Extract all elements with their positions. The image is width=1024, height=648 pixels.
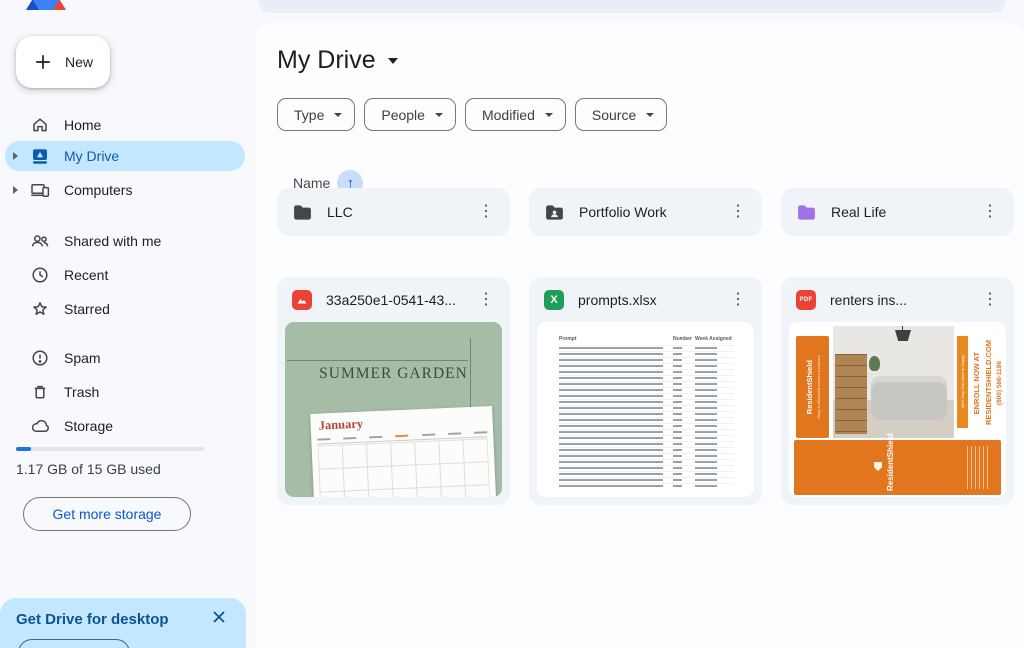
storage-usage-text: 1.17 GB of 15 GB used — [16, 461, 161, 477]
folder-card-llc[interactable]: LLC ⋮ — [277, 188, 510, 236]
pdf-file-icon: PDF — [796, 290, 816, 310]
star-icon — [30, 299, 50, 319]
file-card-spreadsheet[interactable]: X prompts.xlsx ⋮ Prompt Number Week Assi… — [529, 277, 762, 505]
folder-card-real-life[interactable]: Real Life ⋮ — [781, 188, 1014, 236]
filter-chip-modified[interactable]: Modified — [465, 98, 566, 131]
spreadsheet-file-icon: X — [544, 290, 564, 310]
search-bar[interactable] — [258, 0, 1006, 13]
filter-chip-source[interactable]: Source — [575, 98, 667, 131]
plus-icon — [33, 52, 53, 72]
sidebar-item-trash[interactable]: Trash — [5, 377, 245, 407]
column-header: Number — [673, 336, 692, 342]
more-options-icon[interactable]: ⋮ — [727, 202, 749, 222]
column-header: Prompt — [559, 336, 577, 342]
new-button-label: New — [65, 54, 93, 70]
spam-icon — [30, 348, 50, 368]
get-more-storage-button[interactable]: Get more storage — [23, 497, 191, 531]
google-drive-logo[interactable] — [26, 0, 66, 12]
my-drive-icon — [30, 146, 50, 166]
file-card-pdf[interactable]: PDF renters ins... ⋮ ResidentShield Easy… — [781, 277, 1014, 505]
chevron-down-icon — [646, 113, 654, 117]
image-file-icon — [292, 290, 312, 310]
expand-arrow-icon[interactable] — [13, 152, 25, 160]
new-button[interactable]: New — [16, 36, 110, 88]
sidebar-item-shared-with-me[interactable]: Shared with me — [5, 226, 245, 256]
sidebar-item-my-drive[interactable]: My Drive — [5, 141, 245, 171]
drive-desktop-banner: Get Drive for desktop — [0, 598, 246, 648]
chevron-down-icon — [388, 58, 398, 64]
calendar-sheet: January — [310, 406, 496, 497]
living-room-photo — [833, 326, 954, 438]
close-icon[interactable] — [210, 608, 228, 626]
recent-clock-icon — [30, 265, 50, 285]
shared-folder-icon — [544, 202, 565, 223]
file-thumbnail: Prompt Number Week Assigned — [537, 322, 754, 497]
chevron-down-icon — [334, 113, 342, 117]
storage-progress-bar — [16, 447, 204, 451]
sidebar-item-recent[interactable]: Recent — [5, 260, 245, 290]
chevron-down-icon — [435, 113, 443, 117]
chevron-down-icon — [545, 113, 553, 117]
brochure-tagline: Easy & affordable renters insurance — [816, 355, 821, 419]
main-panel: My Drive Type People Modified Source Nam… — [256, 22, 1024, 648]
folder-card-portfolio-work[interactable]: Portfolio Work ⋮ — [529, 188, 762, 236]
sidebar-item-starred[interactable]: Starred — [5, 294, 245, 324]
shield-icon — [874, 462, 882, 471]
page-title[interactable]: My Drive — [277, 46, 398, 75]
sidebar-item-computers[interactable]: Computers — [5, 175, 245, 205]
storage-progress-fill — [16, 447, 31, 451]
file-card-image[interactable]: 33a250e1-0541-43... ⋮ SUMMER GARDEN Janu… — [277, 277, 510, 505]
banner-download-button[interactable] — [18, 639, 130, 648]
file-thumbnail: SUMMER GARDEN January — [285, 322, 502, 497]
expand-arrow-icon[interactable] — [13, 186, 25, 194]
cloud-storage-icon — [30, 416, 50, 436]
more-options-icon[interactable]: ⋮ — [727, 290, 749, 310]
filter-chip-people[interactable]: People — [364, 98, 456, 131]
more-options-icon[interactable]: ⋮ — [979, 290, 1001, 310]
brochure-strip-text: We'll Help You Move in Happy — [960, 355, 965, 408]
sidebar: New Home My Drive Computers — [0, 0, 256, 648]
file-thumbnail: ResidentShield Easy & affordable renters… — [789, 322, 1006, 497]
filter-chips: Type People Modified Source — [277, 98, 667, 131]
purple-folder-icon — [796, 202, 817, 223]
banner-title: Get Drive for desktop — [16, 611, 169, 628]
home-icon — [30, 115, 50, 135]
sidebar-item-home[interactable]: Home — [5, 110, 245, 140]
sidebar-item-storage[interactable]: Storage — [5, 411, 245, 441]
column-header: Week Assigned — [695, 336, 732, 342]
filter-chip-type[interactable]: Type — [277, 98, 355, 131]
shared-with-me-icon — [30, 231, 50, 251]
more-options-icon[interactable]: ⋮ — [475, 202, 497, 222]
computers-icon — [30, 180, 50, 200]
more-options-icon[interactable]: ⋮ — [979, 202, 1001, 222]
more-options-icon[interactable]: ⋮ — [475, 290, 497, 310]
thumbnail-heading: SUMMER GARDEN — [285, 365, 502, 383]
brochure-brand: ResidentShield — [805, 360, 814, 414]
sidebar-item-spam[interactable]: Spam — [5, 343, 245, 373]
folder-icon — [292, 202, 313, 223]
trash-icon — [30, 382, 50, 402]
